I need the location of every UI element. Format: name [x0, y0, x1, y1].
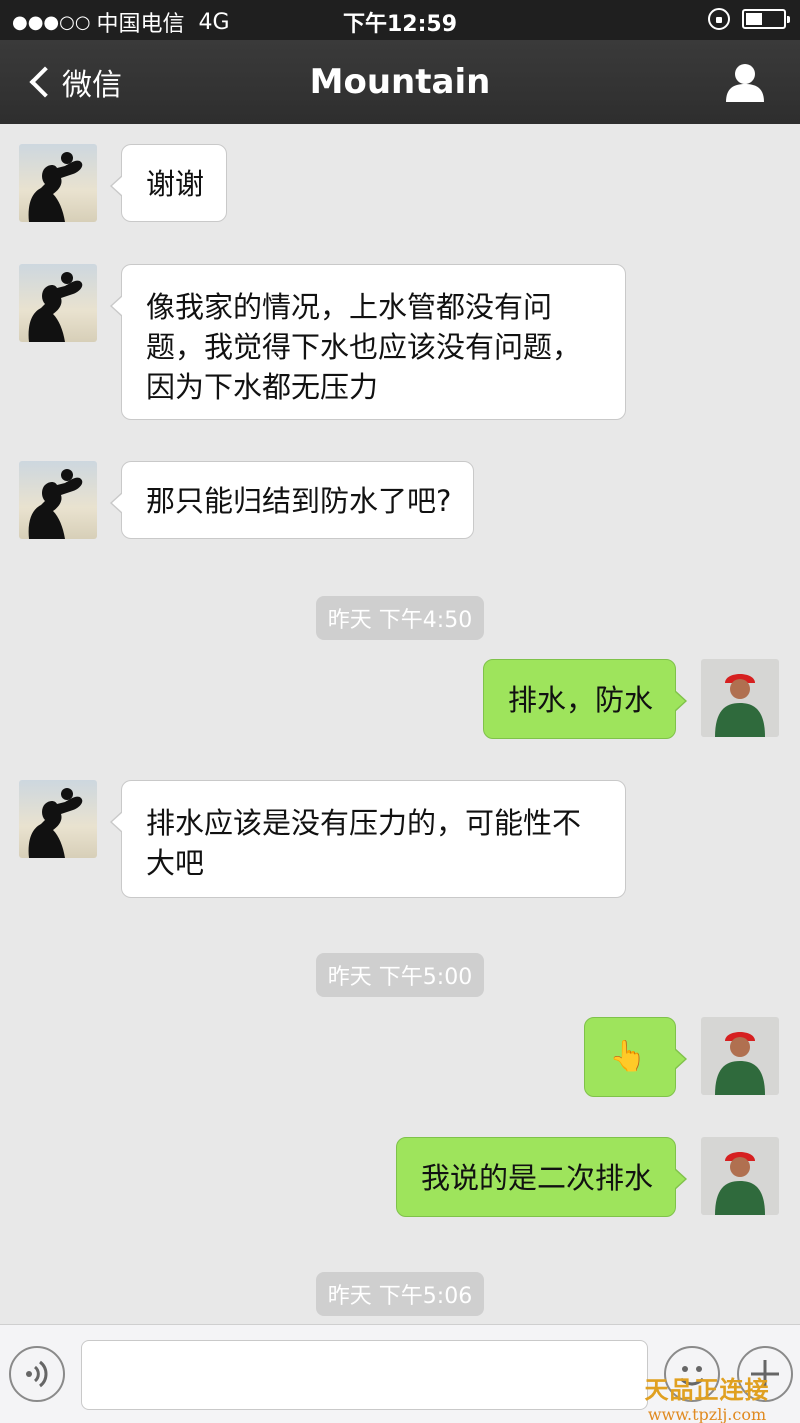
carrier-name: 中国电信	[96, 12, 185, 37]
timestamp-label: 昨天 下午5:00	[315, 953, 485, 997]
message-bubble-received[interactable]: 像我家的情况，上水管都没有问题，我觉得下水也应该没有问题，因为下水都无压力	[110, 264, 626, 420]
my-avatar[interactable]	[701, 659, 779, 737]
voice-input-button[interactable]	[9, 1346, 65, 1402]
message-bubble-sent[interactable]: 👆	[584, 1017, 687, 1097]
message-text: 我说的是二次排水	[420, 1161, 653, 1195]
contact-avatar[interactable]	[19, 780, 97, 858]
timestamp-label: 昨天 下午5:06	[315, 1272, 485, 1316]
message-text: 像我家的情况，上水管都没有问题，我觉得下水也应该没有问题，因为下水都无压力	[146, 290, 582, 404]
message-text: 排水应该是没有压力的，可能性不大吧	[146, 806, 582, 880]
battery-icon	[742, 9, 790, 29]
message-bubble-sent[interactable]: 排水，防水	[482, 659, 688, 739]
status-bar: ●●●○○ 中国电信 4G 下午12:59	[0, 0, 800, 40]
input-bar	[0, 1324, 800, 1423]
smiley-icon	[679, 1366, 705, 1386]
message-bubble-received[interactable]: 那只能归结到防水了吧?	[109, 461, 475, 539]
emoji-button[interactable]	[664, 1346, 720, 1402]
status-right	[708, 8, 790, 30]
message-bubble-received[interactable]: 排水应该是没有压力的，可能性不大吧	[110, 780, 626, 898]
message-input[interactable]	[81, 1340, 648, 1410]
signal-strength-icon: ●●●○○	[12, 11, 91, 33]
contact-avatar[interactable]	[19, 461, 97, 539]
message-bubble-sent[interactable]: 我说的是二次排水	[395, 1137, 688, 1217]
profile-icon[interactable]	[724, 62, 766, 102]
pointing-up-emoji-icon: 👆	[609, 1039, 647, 1074]
message-text: 排水，防水	[507, 683, 653, 717]
timestamp: 昨天 下午4:50	[0, 596, 800, 640]
my-avatar[interactable]	[701, 1137, 779, 1215]
voice-icon	[26, 1360, 48, 1388]
message-text: 谢谢	[146, 167, 205, 201]
contact-avatar[interactable]	[19, 264, 97, 342]
timestamp-label: 昨天 下午4:50	[315, 596, 485, 640]
message-text: 那只能归结到防水了吧?	[146, 484, 452, 518]
contact-avatar[interactable]	[19, 144, 97, 222]
timestamp: 昨天 下午5:00	[0, 953, 800, 997]
chat-area[interactable]: 谢谢 像我家的情况，上水管都没有问题，我觉得下水也应该没有问题，因为下水都无压力…	[0, 124, 800, 1324]
status-left: ●●●○○ 中国电信 4G	[12, 6, 230, 38]
more-options-button[interactable]	[737, 1346, 793, 1402]
timestamp: 昨天 下午5:06	[0, 1272, 800, 1316]
plus-icon	[751, 1360, 779, 1388]
battery-level	[746, 13, 762, 25]
message-bubble-received[interactable]: 谢谢	[109, 144, 228, 222]
my-avatar[interactable]	[701, 1017, 779, 1095]
network-type: 4G	[198, 9, 230, 35]
rotation-lock-icon	[708, 8, 730, 30]
chevron-left-icon	[29, 66, 61, 98]
nav-bar: 微信 Mountain	[0, 40, 800, 124]
back-button[interactable]: 微信	[24, 60, 122, 104]
back-label: 微信	[62, 68, 122, 103]
